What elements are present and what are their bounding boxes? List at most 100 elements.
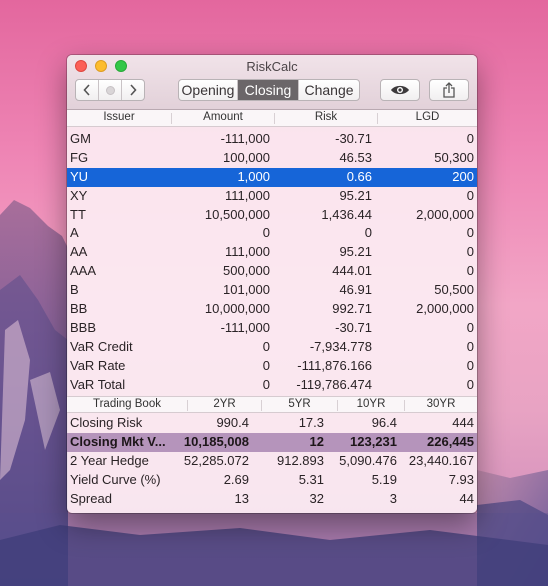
table-row[interactable]: B 101,000 46.91 50,500 [67, 281, 477, 300]
share-button[interactable] [429, 79, 469, 101]
cell-lgd: 0 [466, 187, 474, 203]
table-row[interactable]: Spread 13 32 3 44 [67, 490, 477, 509]
cell-5yr: 17.3 [298, 415, 324, 430]
cell-lgd: 0 [466, 338, 474, 354]
cell-issuer: AAA [70, 263, 97, 279]
cell-issuer: XY [70, 187, 88, 203]
table-row[interactable]: GM -111,000 -30.71 0 [67, 130, 477, 149]
view-segmented-control: Opening Closing Change [178, 79, 360, 101]
table-row[interactable]: AA 111,000 95.21 0 [67, 243, 477, 262]
cell-lgd: 0 [466, 131, 474, 146]
column-header-amount[interactable]: Amount [172, 111, 274, 123]
table-row-highlighted[interactable]: Closing Mkt V... 10,185,008 12 123,231 226,4… [67, 433, 477, 452]
cell-lgd: 0 [466, 225, 474, 241]
back-button[interactable] [76, 80, 98, 100]
cell-lgd: 0 [466, 244, 474, 260]
cell-lgd: 2,000,000 [416, 301, 474, 317]
cell-10yr: 5.19 [371, 472, 397, 487]
cell-issuer: YU [70, 168, 89, 184]
column-header-issuer[interactable]: Issuer [67, 111, 171, 123]
cell-issuer: FG [70, 149, 89, 165]
cell-2yr: 52,285.072 [183, 453, 249, 468]
cell-amount: 100,000 [223, 149, 270, 165]
column-header-5yr[interactable]: 5YR [262, 398, 337, 410]
cell-30yr: 226,445 [427, 434, 474, 449]
cell-amount: 111,000 [224, 244, 270, 260]
cell-risk: 1,436.44 [321, 206, 372, 222]
eye-icon [391, 85, 409, 95]
cell-issuer: BBB [70, 319, 97, 335]
table-row[interactable]: BBB -111,000 -30.71 0 [67, 319, 477, 338]
tab-closing[interactable]: Closing [237, 80, 298, 100]
cell-risk: -30.71 [335, 131, 372, 146]
cell-5yr: 32 [309, 491, 324, 506]
column-header-2yr[interactable]: 2YR [188, 398, 261, 410]
table-row[interactable]: A 0 0 0 [67, 224, 477, 243]
issuer-table-header: Issuer Amount Risk LGD [67, 110, 477, 127]
cell-amount: 101,000 [223, 282, 270, 298]
table-row[interactable]: XY 111,000 95.21 0 [67, 187, 477, 206]
column-header-risk[interactable]: Risk [275, 111, 377, 123]
table-row[interactable]: 2 Year Hedge 52,285.072 912.893 5,090.476 23… [67, 452, 477, 471]
table-row[interactable]: Closing Risk 990.4 17.3 96.4 444 [67, 414, 477, 433]
trading-book-table: Closing Risk 990.4 17.3 96.4 444 Closing Mkt… [67, 414, 477, 509]
cell-lgd: 50,300 [434, 149, 474, 165]
cell-risk: -119,786.474 [296, 376, 372, 392]
cell-issuer: AA [70, 244, 88, 260]
cell-lgd: 0 [466, 319, 474, 335]
cell-risk: 46.91 [339, 282, 372, 298]
cell-5yr: 912.893 [277, 453, 324, 468]
cell-10yr: 3 [389, 491, 397, 506]
cell-issuer: B [70, 282, 79, 298]
cell-risk: -30.71 [335, 319, 372, 335]
share-icon [443, 82, 455, 98]
table-row-selected[interactable]: YU 1,000 0.66 200 [67, 167, 477, 187]
cell-amount: 10,000,000 [204, 301, 270, 317]
cell-2yr: 990.4 [216, 415, 249, 430]
cell-issuer: BB [70, 301, 88, 317]
table-row[interactable]: BB 10,000,000 992.71 2,000,000 [67, 300, 477, 319]
forward-button[interactable] [121, 80, 144, 100]
center-button[interactable] [98, 80, 121, 100]
cell-amount: 0 [262, 376, 270, 392]
cell-lgd: 0 [466, 263, 474, 279]
cell-amount: 111,000 [224, 187, 270, 203]
cell-amount: -111,000 [220, 319, 270, 335]
cell-lgd: 50,500 [434, 282, 474, 298]
column-header-10yr[interactable]: 10YR [338, 398, 404, 410]
cell-risk: 444.01 [332, 263, 372, 279]
column-header-lgd[interactable]: LGD [378, 111, 477, 123]
cell-issuer: VaR Credit [70, 338, 133, 354]
cell-30yr: 23,440.167 [408, 453, 474, 468]
table-row[interactable]: FG 100,000 46.53 50,300 [67, 149, 477, 168]
table-row[interactable]: Yield Curve (%) 2.69 5.31 5.19 7.93 [67, 471, 477, 490]
cell-amount: 0 [262, 338, 270, 354]
cell-amount: -111,000 [220, 131, 270, 146]
table-row[interactable]: VaR Rate 0 -111,876.166 0 [67, 357, 477, 376]
trading-table-header: Trading Book 2YR 5YR 10YR 30YR [67, 396, 477, 413]
cell-risk: 95.21 [339, 187, 372, 203]
cell-2yr: 13 [234, 491, 249, 506]
cell-30yr: 44 [459, 491, 474, 506]
chevron-right-icon [130, 84, 137, 96]
table-row[interactable]: AAA 500,000 444.01 0 [67, 262, 477, 281]
table-row[interactable]: TT 10,500,000 1,436.44 2,000,000 [67, 206, 477, 225]
window-title: RiskCalc [246, 59, 298, 74]
cell-amount: 0 [262, 357, 270, 373]
tab-change[interactable]: Change [298, 80, 359, 100]
table-row[interactable]: VaR Credit 0 -7,934.778 0 [67, 338, 477, 357]
column-header-30yr[interactable]: 30YR [405, 398, 477, 410]
cell-10yr: 96.4 [371, 415, 397, 430]
chevron-left-icon [83, 84, 90, 96]
title-bar: RiskCalc Opening Closing Change [67, 55, 477, 110]
cell-risk: 0.66 [346, 168, 372, 184]
cell-issuer: TT [70, 206, 86, 222]
cell-lgd: 2,000,000 [416, 206, 474, 222]
table-row[interactable]: VaR Total 0 -119,786.474 0 [67, 376, 477, 395]
riskcalc-window: RiskCalc Opening Closing Change Issuer A… [67, 55, 477, 513]
cell-2yr: 10,185,008 [183, 434, 249, 449]
column-header-trading-book[interactable]: Trading Book [67, 398, 187, 410]
preview-button[interactable] [380, 79, 420, 101]
tab-opening[interactable]: Opening [179, 80, 237, 100]
cell-amount: 10,500,000 [204, 206, 270, 222]
